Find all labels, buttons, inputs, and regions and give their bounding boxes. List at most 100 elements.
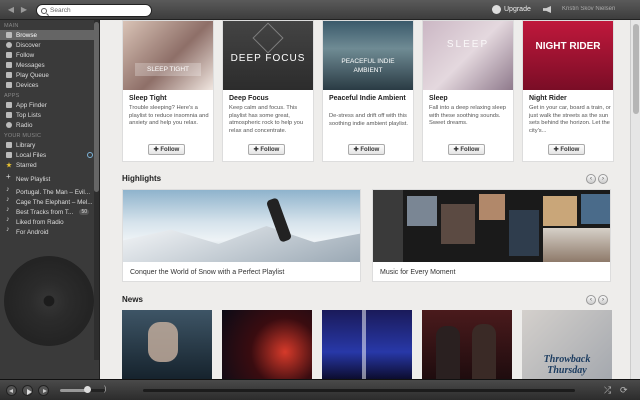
sidebar-item-library[interactable]: Library [0,140,99,150]
main-scrollbar[interactable] [630,20,640,379]
sidebar-heading-apps: APPS [4,93,20,99]
collage-tile [581,194,610,224]
playlist-label: For Android [16,228,49,236]
news-item[interactable]: Throwback Thursday [522,310,612,379]
speaker-icon[interactable]: ) [104,386,110,393]
sidebar-scrollbar[interactable] [94,20,99,360]
playlist-item[interactable]: For Android [0,226,99,237]
shuffle-icon[interactable]: ⤮ [604,385,611,396]
news-item[interactable] [422,310,512,379]
next-track-icon[interactable] [38,385,49,396]
playlist-title[interactable]: Night Rider [529,95,611,103]
follow-button[interactable]: ✚ Follow [248,144,285,155]
volume-knob[interactable] [83,386,91,393]
prev-page-button[interactable]: ‹ [586,174,596,184]
news-item[interactable] [322,310,412,379]
playlist-card[interactable]: DEEP FOCUS Deep Focus Keep calm and focu… [222,20,314,162]
playlist-art: SLEEP [423,21,513,90]
playlist-description: De-stress and drift off with this soothi… [329,113,408,127]
playlist-card[interactable]: SLEEP TIGHT Sleep Tight Trouble sleeping… [122,20,214,162]
playlist-card[interactable]: SLEEP Sleep Fall into a deep relaxing sl… [422,20,514,162]
playlist-card[interactable]: NIGHT RIDER Night Rider Get in your car,… [522,20,614,162]
sync-icon [87,152,93,158]
highlight-card[interactable]: Music for Every Moment [372,189,611,282]
playlist-description: Trouble sleeping? Here's a playlist to r… [129,105,209,126]
sidebar-item-follow[interactable]: Follow [0,50,99,60]
sidebar-item-starred[interactable]: Starred [0,160,99,170]
sidebar-item-top-lists[interactable]: Top Lists [0,110,99,120]
artist-photo [436,326,460,379]
search-input[interactable] [50,7,150,14]
art-text: DEEP FOCUS [230,53,306,64]
follow-button[interactable]: ✚ Follow [548,144,585,155]
sidebar-item-messages[interactable]: Messages [0,60,99,70]
sidebar-item-radio[interactable]: Radio [0,120,99,130]
playlist-title[interactable]: Sleep Tight [129,95,211,103]
follow-button[interactable]: ✚ Follow [348,144,385,155]
sidebar-item-label: Follow [16,51,35,59]
news-item[interactable] [222,310,312,379]
history-nav: ◀ ▶ [6,5,29,15]
user-name[interactable]: Kristin Skov Nielsen [562,6,632,13]
browse-icon [6,32,12,38]
highlight-caption[interactable]: Conquer the World of Snow with a Perfect… [130,269,284,276]
playlist-description: Fall into a deep relaxing sleep with the… [429,105,507,126]
playlist-item[interactable]: Best Tracks from T... 50 [0,206,99,217]
playlist-count-badge: 50 [79,209,89,215]
playlist-icon [6,216,12,225]
collage-tile [509,210,539,256]
library-icon [6,142,12,148]
sidebar-item-label: Devices [16,81,39,89]
follow-label: Follow [560,147,580,153]
playlist-description: Get in your car, board a train, or just … [529,105,611,134]
playlist-title[interactable]: Deep Focus [229,95,311,103]
sidebar-item-label: Starred [16,161,37,169]
new-playlist-button[interactable]: New Playlist [0,172,99,184]
mountain-shape [123,226,360,262]
sidebar-item-local-files[interactable]: Local Files [0,150,99,160]
follow-button[interactable]: ✚ Follow [448,144,485,155]
sidebar-item-discover[interactable]: Discover [0,40,99,50]
playlist-item[interactable]: Cage The Elephant – Mel... [0,196,99,207]
playlist-title[interactable]: Peaceful Indie Ambient [329,95,411,103]
playlist-card[interactable]: PEACEFUL INDIE AMBIENT Peaceful Indie Am… [322,20,414,162]
search-box[interactable] [36,4,152,17]
playlist-label: Portugal. The Man – Evil... [16,188,91,196]
highlight-caption[interactable]: Music for Every Moment [380,269,455,276]
highlight-image [123,190,360,262]
back-arrow-icon[interactable]: ◀ [6,5,16,15]
repeat-icon[interactable]: ⟳ [620,385,628,396]
sidebar-scroll-thumb[interactable] [94,22,99,192]
art-text: SLEEP TIGHT [135,63,201,76]
news-title: News [122,295,143,304]
prev-page-button[interactable]: ‹ [586,295,596,305]
stage-light [362,310,366,379]
playlist-icon [6,196,12,205]
playlist-item[interactable]: Liked from Radio [0,216,99,227]
news-item[interactable] [122,310,212,379]
sidebar-item-browse[interactable]: Browse [0,30,99,40]
megaphone-icon[interactable] [543,6,551,13]
forward-arrow-icon[interactable]: ▶ [19,5,29,15]
main-scroll-thumb[interactable] [633,24,639,114]
next-page-button[interactable]: › [598,295,608,305]
upgrade-icon [492,5,501,14]
volume-slider[interactable] [60,389,105,392]
follow-button[interactable]: ✚ Follow [148,144,185,155]
next-page-button[interactable]: › [598,174,608,184]
highlights-pager: ‹ › [586,174,608,184]
sidebar-item-devices[interactable]: Devices [0,80,99,90]
sidebar-item-label: Top Lists [16,111,41,119]
track-progress-bar[interactable] [143,389,575,392]
sidebar-item-app-finder[interactable]: App Finder [0,100,99,110]
highlight-card[interactable]: Conquer the World of Snow with a Perfect… [122,189,361,282]
playlist-item[interactable]: Portugal. The Man – Evil... [0,186,99,197]
sidebar-heading-your-music: YOUR MUSIC [4,133,42,139]
playlist-title[interactable]: Sleep [429,95,511,103]
play-icon[interactable] [22,385,33,396]
upgrade-button[interactable]: Upgrade [492,5,531,14]
previous-track-icon[interactable] [6,385,17,396]
sidebar-item-label: Local Files [16,151,47,159]
sidebar-item-play-queue[interactable]: Play Queue [0,70,99,80]
playlist-icon [6,226,12,235]
